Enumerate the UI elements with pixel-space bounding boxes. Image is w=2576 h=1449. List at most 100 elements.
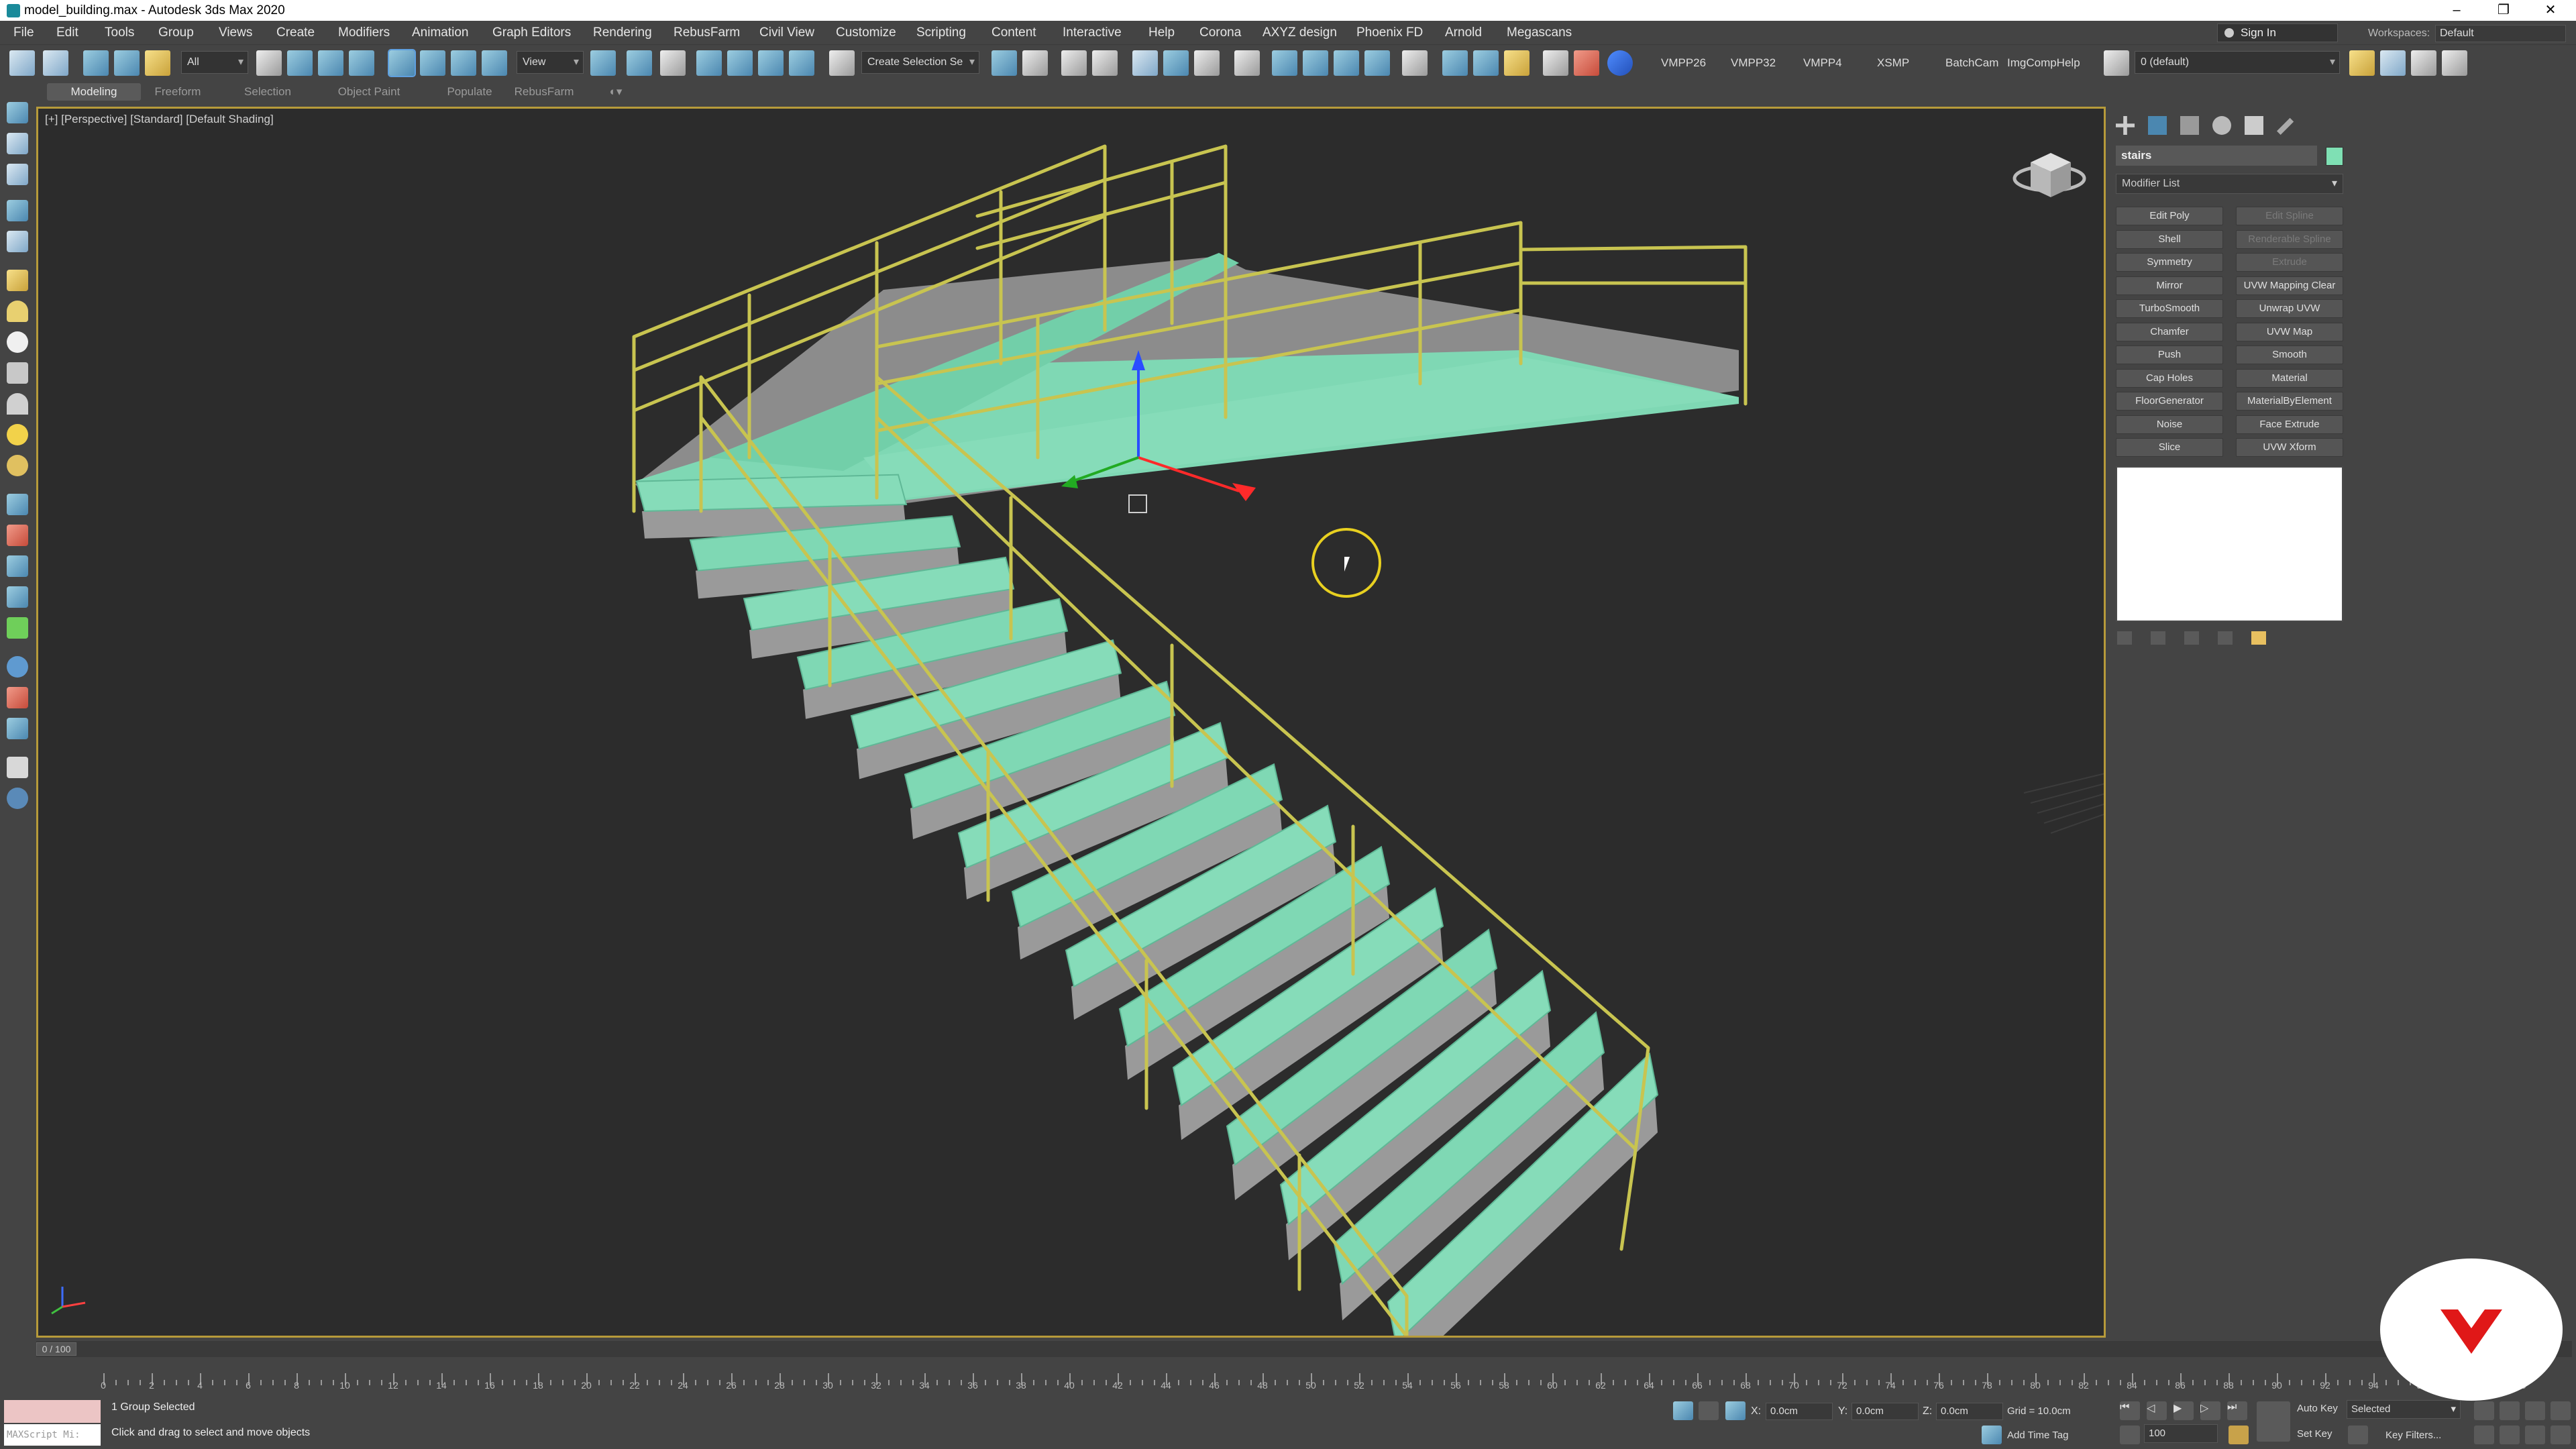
curve-editor-icon[interactable]: [1163, 50, 1189, 76]
selection-region-icon[interactable]: [318, 50, 343, 76]
menu-animation[interactable]: Animation: [412, 21, 469, 44]
layer-manager-icon[interactable]: [2104, 50, 2129, 76]
isolate-selection-icon[interactable]: [1673, 1401, 1693, 1420]
set-key-button[interactable]: Set Key: [2297, 1426, 2332, 1443]
configure-modifier-sets-icon[interactable]: [2251, 631, 2266, 645]
perspective-viewport[interactable]: [+] [Perspective] [Standard] [Default Sh…: [36, 107, 2106, 1338]
scatter-icon[interactable]: [7, 687, 28, 708]
mirror-icon[interactable]: [991, 50, 1017, 76]
next-frame-icon[interactable]: ▷: [2200, 1401, 2220, 1420]
select-manipulate-icon[interactable]: [627, 50, 652, 76]
window-crossing-icon[interactable]: [349, 50, 374, 76]
menu-rebusfarm[interactable]: RebusFarm: [674, 21, 740, 44]
edit-poly-icon[interactable]: [7, 164, 28, 185]
bind-space-warp-icon[interactable]: [145, 50, 170, 76]
script-vmpp26-button[interactable]: VMPP26: [1661, 53, 1706, 73]
absolute-transform-icon[interactable]: [1725, 1401, 1746, 1420]
hierarchy-tab-icon[interactable]: [2180, 116, 2199, 135]
layer-dropdown[interactable]: 0 (default): [2135, 51, 2340, 74]
display-tab-icon[interactable]: [2245, 116, 2263, 135]
time-tag-icon[interactable]: [1982, 1426, 2002, 1444]
utilities-tab-icon[interactable]: [2277, 117, 2294, 135]
modifier-button-renderable-spline[interactable]: Renderable Spline: [2236, 229, 2343, 249]
select-by-name-icon[interactable]: [287, 50, 313, 76]
time-slider-thumb[interactable]: 0 / 100: [36, 1342, 76, 1356]
box-primitive-icon[interactable]: [7, 270, 28, 291]
grid-tool-icon[interactable]: [1504, 50, 1529, 76]
menu-graph-editors[interactable]: Graph Editors: [492, 21, 571, 44]
corona-render-icon[interactable]: [1442, 50, 1468, 76]
time-config-icon[interactable]: [2120, 1426, 2140, 1444]
select-and-rotate-icon[interactable]: [420, 50, 445, 76]
modifier-button-smooth[interactable]: Smooth: [2236, 345, 2343, 364]
lights-icon[interactable]: [7, 200, 28, 221]
viewport-label[interactable]: [+] [Perspective] [Standard] [Default Sh…: [45, 113, 274, 126]
script-imgcomphelp-button[interactable]: ImgCompHelp: [2007, 53, 2080, 73]
modifier-button-face-extrude[interactable]: Face Extrude: [2236, 415, 2343, 434]
create-layer-icon[interactable]: [2349, 50, 2375, 76]
axyz-icon[interactable]: [1473, 50, 1499, 76]
add-time-tag-button[interactable]: Add Time Tag: [2007, 1427, 2068, 1444]
viewport-layout-icon[interactable]: [7, 718, 28, 739]
menu-modifiers[interactable]: Modifiers: [338, 21, 390, 44]
cylinder-primitive-icon[interactable]: [7, 301, 28, 322]
modifier-button-unwrap-uvw[interactable]: Unwrap UVW: [2236, 299, 2343, 318]
edit-named-selection-icon[interactable]: [829, 50, 855, 76]
menu-create[interactable]: Create: [276, 21, 315, 44]
zoom-icon[interactable]: [2474, 1401, 2494, 1420]
named-selection-dropdown[interactable]: Create Selection Se: [861, 51, 979, 74]
select-and-place-icon[interactable]: [482, 50, 507, 76]
tab-freeform[interactable]: Freeform: [141, 83, 215, 101]
quixel-icon[interactable]: [1607, 50, 1633, 76]
orbit-icon[interactable]: [2525, 1426, 2545, 1444]
phoenix-icon[interactable]: [1574, 50, 1599, 76]
make-unique-icon[interactable]: [2184, 631, 2199, 645]
script-vmpp32-button[interactable]: VMPP32: [1731, 53, 1776, 73]
menu-tools[interactable]: Tools: [105, 21, 134, 44]
track-bar[interactable]: 0 2 4 6 8 10 12 14 16 18 20 22 24 26 28 30 32 34 36 38 40 42 4…: [36, 1360, 2572, 1397]
schematic-view-icon[interactable]: [1194, 50, 1220, 76]
pan-view-icon[interactable]: [2500, 1426, 2520, 1444]
close-button[interactable]: ✕: [2530, 0, 2571, 21]
modifier-button-mirror[interactable]: Mirror: [2116, 276, 2223, 295]
pin-stack-icon[interactable]: [2117, 631, 2132, 645]
go-to-end-icon[interactable]: ⏭: [2227, 1401, 2247, 1420]
cone-primitive-icon[interactable]: [7, 393, 28, 415]
scene-explorer-icon[interactable]: [1061, 50, 1087, 76]
create-geometry-icon[interactable]: [7, 102, 28, 123]
maxscript-output[interactable]: [4, 1400, 101, 1423]
field-of-view-icon[interactable]: [2474, 1426, 2494, 1444]
motion-tab-icon[interactable]: [2212, 116, 2231, 135]
angle-snap-icon[interactable]: [727, 50, 753, 76]
key-filters-button[interactable]: Key Filters...: [2385, 1427, 2441, 1444]
menu-arnold[interactable]: Arnold: [1445, 21, 1482, 44]
spinner-snap-icon[interactable]: [789, 50, 814, 76]
modifier-button-uvw-xform[interactable]: UVW Xform: [2236, 438, 2343, 457]
menu-interactive[interactable]: Interactive: [1063, 21, 1122, 44]
redo-icon[interactable]: [43, 50, 68, 76]
set-key-big-button[interactable]: [2257, 1401, 2290, 1442]
menu-content[interactable]: Content: [991, 21, 1036, 44]
x-coord-field[interactable]: 0.0cm: [1766, 1403, 1833, 1420]
show-end-result-icon[interactable]: [2151, 631, 2165, 645]
snaps-toggle-icon[interactable]: [696, 50, 722, 76]
create-tab-icon[interactable]: [2116, 116, 2135, 135]
modifier-button-uvw-map[interactable]: UVW Map: [2236, 322, 2343, 341]
modifier-button-symmetry[interactable]: Symmetry: [2116, 253, 2223, 272]
batch-render-icon[interactable]: [1402, 50, 1428, 76]
menu-megascans[interactable]: Megascans: [1507, 21, 1572, 44]
rendered-frame-window-icon[interactable]: [1303, 50, 1328, 76]
minimize-button[interactable]: –: [2436, 0, 2477, 21]
arnold-icon[interactable]: [1543, 50, 1568, 76]
modifier-button-uvw-mapping-clear[interactable]: UVW Mapping Clear: [2236, 276, 2343, 295]
systems-icon[interactable]: [7, 555, 28, 577]
ribbon-toggle-icon[interactable]: [1132, 50, 1158, 76]
menu-customize[interactable]: Customize: [836, 21, 896, 44]
reference-coord-dropdown[interactable]: View: [517, 51, 584, 74]
helpers-icon[interactable]: [7, 494, 28, 515]
particles-icon[interactable]: [7, 525, 28, 546]
unlink-icon[interactable]: [114, 50, 140, 76]
render-production-icon[interactable]: [1334, 50, 1359, 76]
keyboard-shortcut-toggle-icon[interactable]: [660, 50, 686, 76]
key-filters-icon[interactable]: [2348, 1426, 2368, 1444]
